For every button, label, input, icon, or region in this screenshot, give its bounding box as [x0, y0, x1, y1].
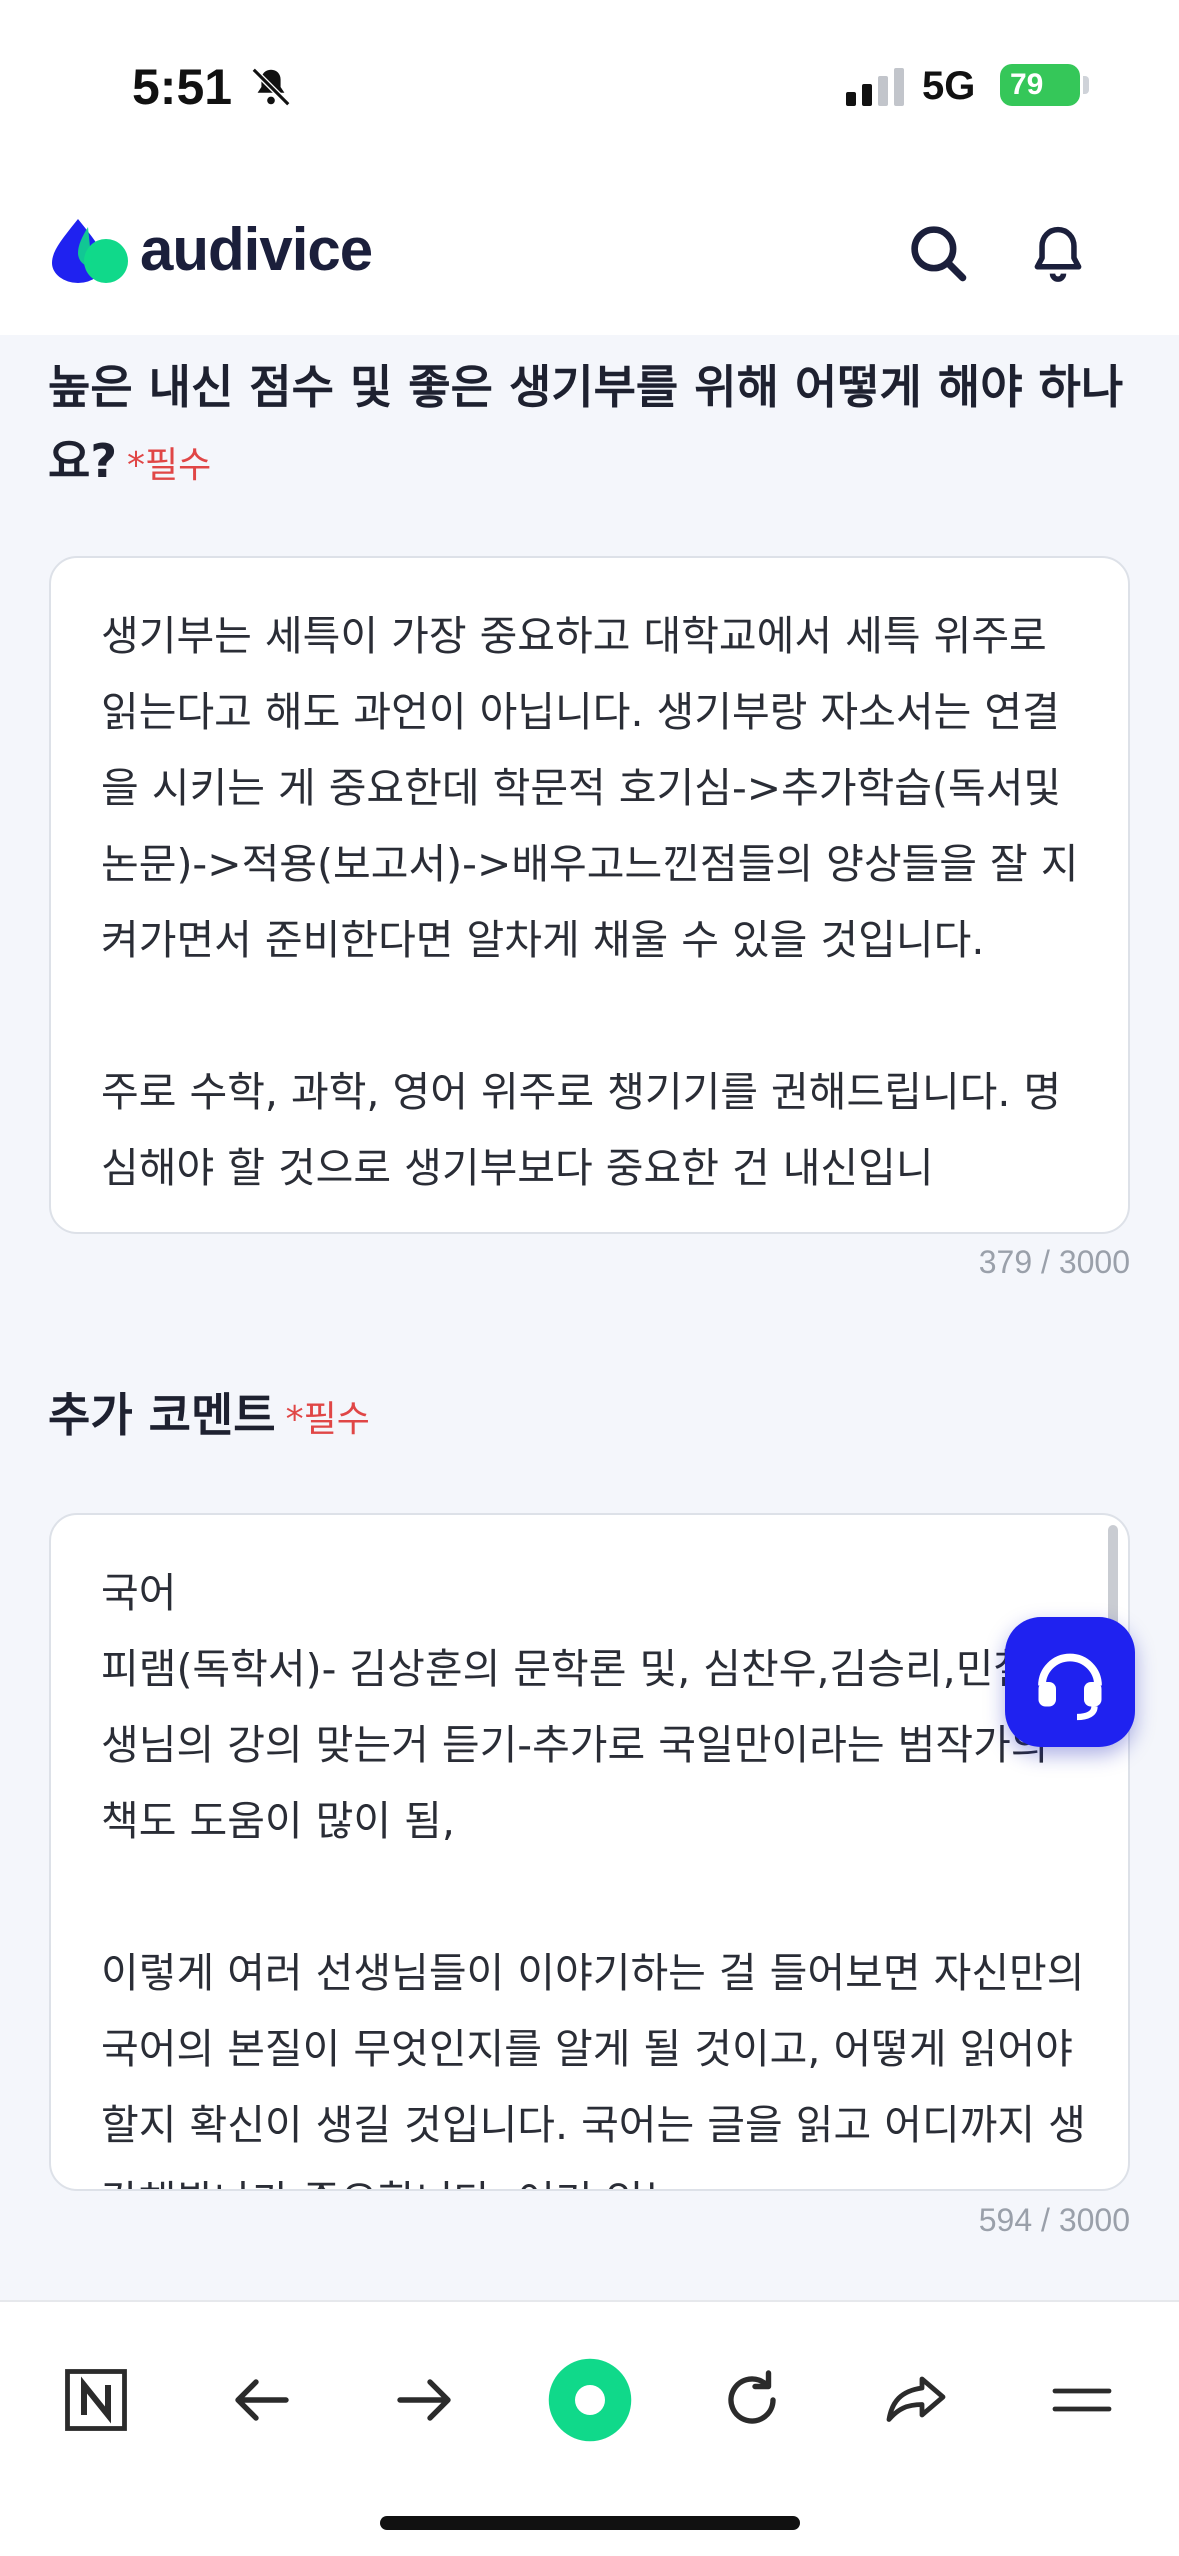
reload-icon: [728, 2370, 776, 2424]
question2-required-badge: *필수: [285, 1399, 370, 1440]
question1-required-badge: *필수: [127, 445, 212, 486]
arrow-left-icon: [235, 2379, 289, 2421]
logo[interactable]: audivice: [48, 215, 373, 284]
question2-char-counter: 594 / 3000: [978, 2202, 1130, 2238]
network-type: 5G: [922, 64, 976, 108]
arrow-right-icon: [397, 2379, 451, 2421]
question2-title-text: 추가 코멘트: [48, 1388, 276, 1442]
question1-title: 높은 내신 점수 및 좋은 생기부를 위해 어떻게 해야 하나요? *필수: [48, 350, 1128, 503]
battery-level: 79: [1010, 68, 1044, 101]
green-dot-button[interactable]: [542, 2352, 638, 2448]
logo-text: audivice: [140, 216, 373, 283]
app-header: audivice: [0, 175, 1179, 335]
share-icon: [886, 2376, 946, 2422]
status-time: 5:51: [132, 59, 233, 115]
logo-mark-icon: [52, 218, 128, 283]
status-bar: 5:51 5G 79: [0, 0, 1179, 175]
forward-button[interactable]: [376, 2352, 472, 2448]
back-button[interactable]: [214, 2352, 310, 2448]
notifications-button[interactable]: [1020, 215, 1096, 291]
home-indicator: [380, 2516, 800, 2530]
question1-answer-text: 생기부는 세특이 가장 중요하고 대학교에서 세특 위주로 읽는다고 해도 과언…: [101, 612, 1079, 1192]
battery-indicator: 79: [1000, 64, 1080, 106]
share-button[interactable]: [868, 2352, 964, 2448]
signal-icon: [846, 68, 904, 106]
headset-icon: [1038, 1653, 1102, 1721]
search-button[interactable]: [900, 215, 976, 291]
search-icon: [911, 226, 967, 282]
help-chat-button[interactable]: [1005, 1617, 1135, 1747]
question2-title: 추가 코멘트 *필수: [48, 1378, 1128, 1457]
battery-tip: [1083, 76, 1089, 94]
menu-icon: [1052, 2388, 1112, 2412]
bell-muted-icon: [251, 67, 291, 107]
bell-icon: [1034, 226, 1082, 282]
naver-home-button[interactable]: [48, 2352, 144, 2448]
question1-answer-textarea[interactable]: 생기부는 세특이 가장 중요하고 대학교에서 세특 위주로 읽는다고 해도 과언…: [49, 556, 1130, 1234]
question2-answer-textarea[interactable]: 국어 피램(독학서)- 김상훈의 문학론 및, 심찬우,김승리,민철 선생님의 …: [49, 1513, 1130, 2191]
green-dot-icon: [548, 2358, 632, 2442]
menu-button[interactable]: [1034, 2352, 1130, 2448]
question2-answer-text: 국어 피램(독학서)- 김상훈의 문학론 및, 심찬우,김승리,민철 선생님의 …: [101, 1569, 1086, 2189]
n-icon: [65, 2369, 127, 2431]
question1-char-counter: 379 / 3000: [978, 1244, 1130, 1280]
reload-button[interactable]: [704, 2352, 800, 2448]
